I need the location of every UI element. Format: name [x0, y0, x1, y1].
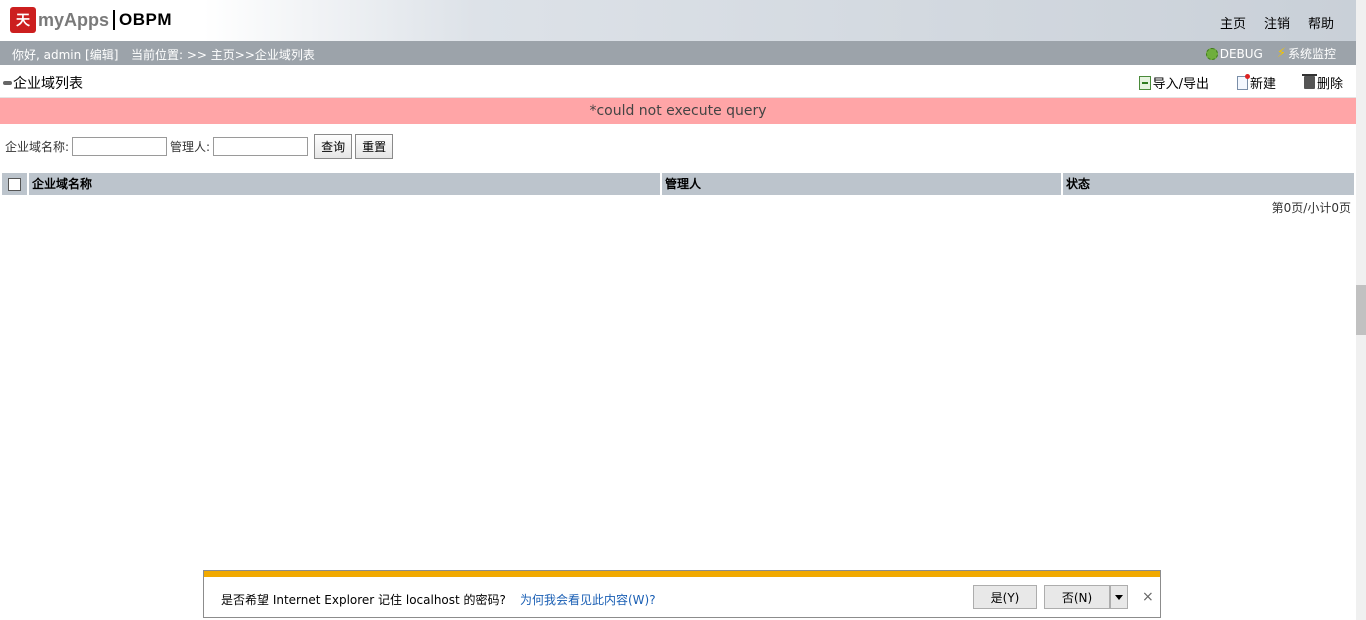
logo-icon: 天 — [10, 7, 36, 33]
domain-name-input[interactable] — [72, 137, 168, 156]
domain-name-label: 企业域名称: — [5, 140, 70, 154]
ie-password-prompt: 是否希望 Internet Explorer 记住 localhost 的密码?… — [203, 570, 1161, 618]
error-message: *could not execute query — [0, 98, 1356, 124]
sub-bar-tools: DEBUG ⚡ 系统监控 — [1205, 45, 1336, 62]
why-link[interactable]: 为何我会看见此内容(W)? — [520, 591, 656, 608]
nav-logout-link[interactable]: 注销 — [1264, 13, 1290, 32]
debug-button[interactable]: DEBUG — [1205, 46, 1263, 61]
logo: 天 myApps OBPM — [10, 6, 172, 34]
page-title-text: 企业域列表 — [13, 76, 83, 92]
close-icon[interactable]: × — [1142, 589, 1154, 605]
title-bar: 企业域列表 导入/导出 新建 删除 — [0, 65, 1356, 98]
system-monitor-button[interactable]: ⚡ 系统监控 — [1277, 45, 1336, 62]
system-monitor-label: 系统监控 — [1287, 47, 1336, 61]
nav-help-link[interactable]: 帮助 — [1308, 13, 1334, 32]
no-options-dropdown[interactable] — [1110, 585, 1128, 609]
trash-icon — [1301, 74, 1317, 89]
sub-bar: 你好, admin [编辑] 当前位置: >> 主页>>企业域列表 DEBUG … — [0, 41, 1356, 65]
column-header-domain-name[interactable]: 企业域名称 — [29, 173, 660, 195]
select-all-checkbox[interactable] — [8, 177, 21, 191]
pagination-info: 第0页/小计0页 — [1271, 201, 1351, 215]
column-header-manager[interactable]: 管理人 — [662, 173, 1061, 195]
select-all-cell — [2, 173, 27, 195]
import-export-button[interactable]: 导入/导出 — [1138, 73, 1209, 92]
logo-text: myApps — [38, 9, 110, 30]
table-header: 企业域名称 管理人 状态 — [2, 173, 1354, 195]
manager-label: 管理人: — [170, 140, 211, 154]
logo-divider — [113, 10, 116, 30]
column-header-status[interactable]: 状态 — [1063, 173, 1354, 195]
no-button[interactable]: 否(N) — [1044, 585, 1110, 609]
import-export-icon — [1138, 75, 1151, 90]
reset-button[interactable]: 重置 — [355, 134, 394, 159]
prompt-accent-stripe — [204, 571, 1160, 577]
toolbar: 导入/导出 新建 删除 — [1138, 73, 1343, 92]
lightning-icon: ⚡ — [1276, 46, 1286, 61]
delete-button[interactable]: 删除 — [1301, 73, 1343, 92]
top-nav: 主页 注销 帮助 — [1220, 13, 1334, 32]
new-label: 新建 — [1249, 77, 1276, 92]
page: 天 myApps OBPM 主页 注销 帮助 你好, admin [编辑] 当前… — [0, 0, 1366, 620]
bug-icon — [1205, 47, 1218, 60]
search-form: 企业域名称: 管理人: 查询 重置 — [5, 134, 394, 159]
manager-input[interactable] — [213, 137, 309, 156]
vertical-scrollbar[interactable] — [1356, 0, 1366, 620]
logo-product: OBPM — [119, 10, 173, 29]
yes-button[interactable]: 是(Y) — [973, 585, 1037, 609]
scrollbar-thumb[interactable] — [1356, 285, 1366, 335]
user-greeting[interactable]: 你好, admin [编辑] — [12, 46, 118, 63]
prompt-message: 是否希望 Internet Explorer 记住 localhost 的密码? — [221, 593, 506, 607]
delete-label: 删除 — [1316, 77, 1343, 92]
page-title: 企业域列表 — [3, 73, 83, 93]
debug-label: DEBUG — [1219, 46, 1263, 61]
header: 天 myApps OBPM 主页 注销 帮助 — [0, 0, 1356, 41]
query-button[interactable]: 查询 — [314, 134, 353, 159]
import-export-label: 导入/导出 — [1152, 77, 1209, 92]
breadcrumb: 当前位置: >> 主页>>企业域列表 — [131, 48, 315, 62]
collapse-icon[interactable] — [3, 81, 12, 85]
chevron-down-icon — [1115, 594, 1123, 600]
new-button[interactable]: 新建 — [1236, 73, 1276, 92]
new-document-icon — [1236, 73, 1250, 90]
nav-home-link[interactable]: 主页 — [1220, 13, 1246, 32]
